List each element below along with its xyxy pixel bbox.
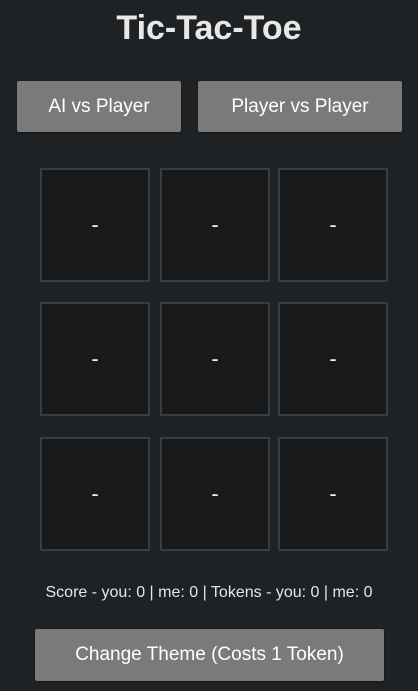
game-board: - - - - - - - - - xyxy=(40,168,391,553)
ai-vs-player-button[interactable]: AI vs Player xyxy=(17,81,181,132)
board-cell-3[interactable]: - xyxy=(278,168,388,282)
player-vs-player-button[interactable]: Player vs Player xyxy=(198,81,402,132)
board-cell-8[interactable]: - xyxy=(160,437,270,551)
board-cell-1[interactable]: - xyxy=(40,168,150,282)
score-status: Score - you: 0 | me: 0 | Tokens - you: 0… xyxy=(45,584,373,601)
board-cell-9[interactable]: - xyxy=(278,437,388,551)
board-cell-5[interactable]: - xyxy=(160,302,270,416)
board-cell-4[interactable]: - xyxy=(40,302,150,416)
board-cell-7[interactable]: - xyxy=(40,437,150,551)
change-theme-button[interactable]: Change Theme (Costs 1 Token) xyxy=(35,629,384,681)
board-cell-2[interactable]: - xyxy=(160,168,270,282)
board-cell-6[interactable]: - xyxy=(278,302,388,416)
page-title: Tic-Tac-Toe xyxy=(116,9,302,47)
